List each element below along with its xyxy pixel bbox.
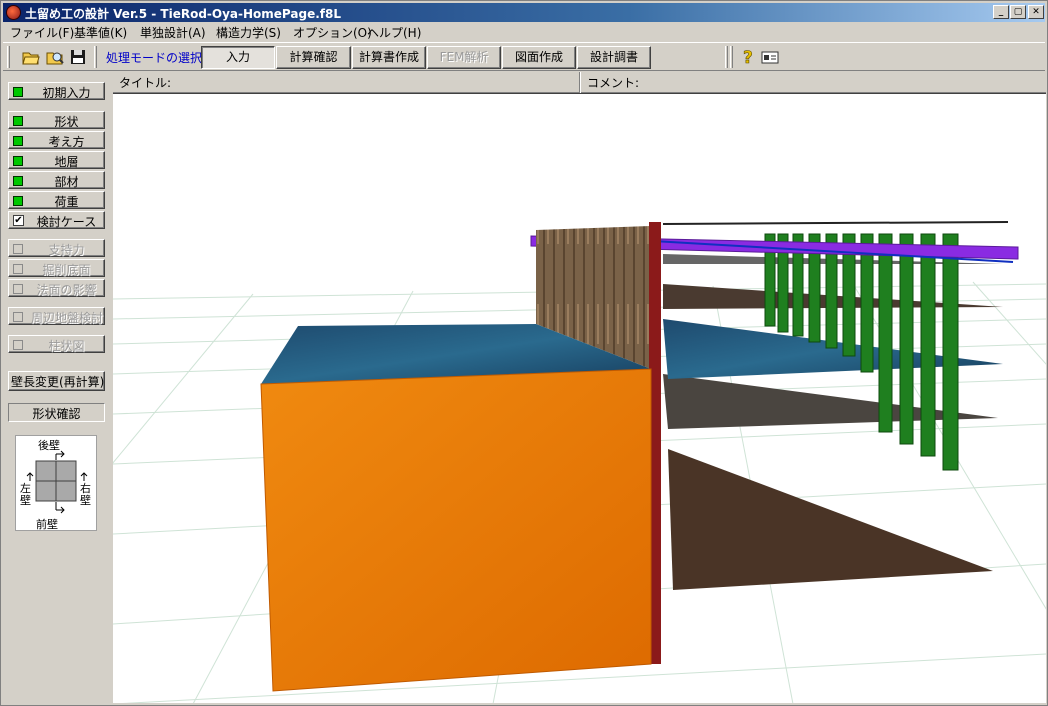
left-wall-label: 左壁 bbox=[20, 482, 31, 507]
sidebar-item-label: 掘削底面 bbox=[42, 263, 91, 277]
mode-drawing-button[interactable]: 図面作成 bbox=[502, 46, 576, 69]
toolbar-grip-4[interactable] bbox=[730, 46, 733, 68]
sidebar-item-label: 部材 bbox=[54, 175, 79, 189]
menu-options[interactable]: オプション(O) bbox=[293, 24, 372, 41]
status-led-icon bbox=[13, 176, 23, 186]
menu-single-design[interactable]: 単独設計(A) bbox=[140, 24, 206, 41]
recalc-button[interactable]: 壁長変更(再計算) bbox=[8, 371, 105, 391]
open-folder-icon[interactable] bbox=[21, 47, 41, 67]
3d-viewport[interactable] bbox=[113, 93, 1046, 703]
status-led-icon bbox=[13, 284, 23, 294]
menu-bar: ファイル(F) 基準値(K) 単独設計(A) 構造力学(S) オプション(O) … bbox=[3, 22, 1045, 41]
checkbox-checked-icon: ✔ bbox=[13, 215, 24, 226]
close-button[interactable]: ✕ bbox=[1028, 5, 1044, 19]
sidebar-item-label: 荷重 bbox=[54, 195, 79, 209]
sidebar-item-approach[interactable]: 考え方 bbox=[8, 131, 105, 149]
sidebar-item-label: 考え方 bbox=[48, 135, 85, 149]
recalc-label: 壁長変更(再計算) bbox=[11, 375, 105, 389]
shape-confirm-label: 形状確認 bbox=[32, 407, 81, 421]
sidebar-item-label: 周辺地盤検討 bbox=[31, 311, 104, 325]
svg-text:?: ? bbox=[743, 48, 753, 67]
help-icon[interactable]: ? bbox=[738, 47, 758, 67]
sidebar-item-excavation-bottom[interactable]: 掘削底面 bbox=[8, 259, 105, 277]
sidebar-item-label: 支持力 bbox=[48, 243, 85, 257]
mode-select-label: 処理モードの選択 bbox=[106, 51, 203, 65]
title-bar: 土留め工の設計 Ver.5 - TieRod-Oya-HomePage.f8L … bbox=[3, 3, 1045, 22]
3d-scene[interactable] bbox=[113, 94, 1046, 703]
toolbar-grip-3[interactable] bbox=[725, 46, 728, 68]
mode-input-button[interactable]: 入力 bbox=[201, 46, 275, 69]
menu-help[interactable]: ヘルプ(H) bbox=[367, 24, 421, 41]
mode-report-button[interactable]: 計算書作成 bbox=[352, 46, 426, 69]
status-led-icon bbox=[13, 312, 23, 322]
shape-confirm-button[interactable]: 形状確認 bbox=[8, 403, 105, 422]
status-led-icon bbox=[13, 340, 23, 350]
sidebar-item-label: 検討ケース bbox=[36, 215, 97, 229]
maximize-button[interactable]: ▢ bbox=[1010, 5, 1026, 19]
sidebar-item-slope-effect[interactable]: 法面の影響 bbox=[8, 279, 105, 297]
front-wall-label: 前壁 bbox=[36, 518, 58, 531]
status-led-icon bbox=[13, 136, 23, 146]
sidebar-item-label: 柱状図 bbox=[48, 339, 85, 353]
wall-orientation-diagram: 後壁 左壁 右壁 前壁 bbox=[15, 435, 97, 531]
toolbar: 処理モードの選択 入力 計算確認 計算書作成 FEM解析 図面作成 設計調書 ? bbox=[3, 42, 1045, 71]
sidebar-item-loads[interactable]: 荷重 bbox=[8, 191, 105, 209]
sidebar-item-label: 地層 bbox=[54, 155, 79, 169]
sidebar-item-bearing[interactable]: 支持力 bbox=[8, 239, 105, 257]
comment-label: コメント: bbox=[587, 76, 640, 90]
sidebar-item-label: 法面の影響 bbox=[36, 283, 97, 297]
sidebar-item-strata[interactable]: 地層 bbox=[8, 151, 105, 169]
document-header: タイトル: コメント: bbox=[113, 72, 1046, 93]
menu-file[interactable]: ファイル(F) bbox=[10, 24, 74, 41]
app-icon[interactable] bbox=[6, 5, 21, 20]
save-icon[interactable] bbox=[68, 47, 88, 67]
sidebar-item-label: 形状 bbox=[54, 115, 79, 129]
right-wall-label: 右壁 bbox=[80, 482, 91, 507]
menu-standards[interactable]: 基準値(K) bbox=[74, 24, 127, 41]
status-led-icon bbox=[13, 244, 23, 254]
status-led-icon bbox=[13, 196, 23, 206]
minimize-button[interactable]: _ bbox=[993, 5, 1009, 19]
ground-line bbox=[662, 221, 1009, 225]
sidebar-item-boring-log[interactable]: 柱状図 bbox=[8, 335, 105, 353]
toolbar-grip[interactable] bbox=[7, 46, 10, 68]
title-label: タイトル: bbox=[119, 76, 172, 90]
version-info-icon[interactable] bbox=[760, 47, 780, 67]
app-window: 土留め工の設計 Ver.5 - TieRod-Oya-HomePage.f8L … bbox=[0, 0, 1048, 706]
menu-structural-mechanics[interactable]: 構造力学(S) bbox=[216, 24, 281, 41]
status-led-icon bbox=[13, 264, 23, 274]
initial-input-button[interactable]: 初期入力 bbox=[8, 82, 105, 100]
toolbar-grip-2[interactable] bbox=[94, 46, 97, 68]
initial-input-label: 初期入力 bbox=[42, 86, 91, 100]
sidebar: 初期入力 形状 考え方 地層 部材 荷重 ✔ 検討ケース 支持力 掘削底面 法面… bbox=[3, 73, 111, 705]
search-file-icon[interactable] bbox=[45, 47, 65, 67]
orange-wall-block bbox=[260, 368, 652, 692]
sidebar-item-cases[interactable]: ✔ 検討ケース bbox=[8, 211, 105, 229]
status-led-icon bbox=[13, 87, 23, 97]
sidebar-item-surrounding-ground[interactable]: 周辺地盤検討 bbox=[8, 307, 105, 325]
sidebar-item-members[interactable]: 部材 bbox=[8, 171, 105, 189]
status-led-icon bbox=[13, 156, 23, 166]
mode-fem-button[interactable]: FEM解析 bbox=[427, 46, 501, 69]
status-led-icon bbox=[13, 116, 23, 126]
mode-calc-check-button[interactable]: 計算確認 bbox=[276, 46, 351, 69]
mode-design-sheet-button[interactable]: 設計調書 bbox=[577, 46, 651, 69]
window-title: 土留め工の設計 Ver.5 - TieRod-Oya-HomePage.f8L bbox=[25, 7, 341, 21]
sidebar-item-shape[interactable]: 形状 bbox=[8, 111, 105, 129]
header-divider bbox=[579, 72, 581, 93]
